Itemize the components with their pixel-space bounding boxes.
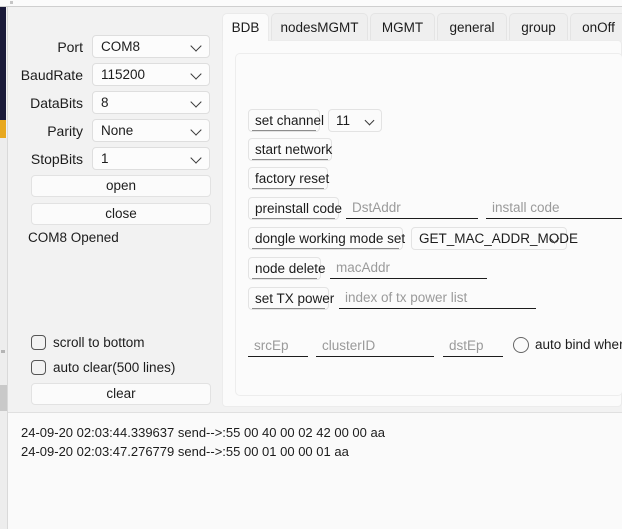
dongle-working-mode-set-button[interactable]: dongle working mode set	[248, 227, 405, 250]
baudrate-value: 115200	[101, 67, 146, 82]
dstaddr-input[interactable]	[346, 197, 478, 219]
scroll-to-bottom-label: scroll to bottom	[53, 335, 145, 350]
channel-value: 11	[336, 113, 351, 128]
chevron-down-icon	[192, 98, 201, 107]
chevron-down-icon	[192, 126, 201, 135]
baudrate-label: BaudRate	[20, 67, 83, 83]
clear-log-button[interactable]: clear	[31, 383, 211, 405]
bdb-tab-panel: set channel 11 start network factory res…	[222, 40, 622, 407]
port-select[interactable]: COM8	[92, 35, 210, 58]
tab-group[interactable]: group	[509, 13, 568, 41]
dongle-mode-select[interactable]: GET_MAC_ADDR_MODE	[411, 227, 578, 250]
factory-reset-button[interactable]: factory reset	[248, 167, 329, 190]
auto-bind-checkbox[interactable]	[513, 337, 529, 353]
log-line: 24-09-20 02:03:44.339637 send-->:55 00 4…	[21, 425, 385, 440]
window-chrome-dot	[10, 1, 13, 4]
connection-status-text: COM8 Opened	[28, 230, 119, 245]
tab-onoff[interactable]: onOff	[570, 13, 622, 41]
serial-settings-panel: Port COM8 BaudRate 115200 DataBits 8 Par…	[8, 7, 219, 407]
port-label: Port	[57, 39, 83, 55]
open-port-button[interactable]: open	[31, 175, 211, 197]
serial-log-output[interactable]: 24-09-20 02:03:44.339637 send-->:55 00 4…	[8, 412, 622, 529]
set-tx-power-button[interactable]: set TX power	[248, 287, 334, 310]
stopbits-value: 1	[101, 151, 109, 166]
dstep-input[interactable]	[443, 335, 503, 357]
left-status-marker	[0, 120, 6, 138]
macaddr-input[interactable]	[330, 257, 487, 279]
parity-label: Parity	[47, 123, 83, 139]
close-port-button[interactable]: close	[31, 203, 211, 225]
command-tabs-area: BDB nodesMGMT MGMT general group onOff s…	[222, 13, 622, 407]
srcep-input[interactable]	[248, 335, 308, 357]
tab-bdb[interactable]: BDB	[222, 13, 269, 41]
tab-strip: BDB nodesMGMT MGMT general group onOff	[222, 13, 622, 41]
serial-field-stopbits: StopBits 1	[8, 146, 219, 172]
start-network-button[interactable]: start network	[248, 138, 332, 161]
baudrate-select[interactable]: 115200	[92, 63, 210, 86]
tab-mgmt[interactable]: MGMT	[370, 13, 435, 41]
window-top-strip	[0, 0, 622, 7]
set-channel-button[interactable]: set channel	[248, 109, 324, 132]
checkbox-icon	[31, 335, 46, 350]
chevron-down-icon	[192, 42, 201, 51]
chevron-down-icon	[551, 235, 559, 243]
clusterid-input[interactable]	[316, 335, 434, 357]
auto-bind-label: auto bind when r	[535, 337, 622, 352]
serial-field-databits: DataBits 8	[8, 90, 219, 116]
gutter-tick	[1, 350, 5, 353]
chevron-down-icon	[192, 154, 201, 163]
tab-nodesmgmt[interactable]: nodesMGMT	[271, 13, 368, 41]
gutter-scroll-thumb[interactable]	[0, 385, 7, 411]
databits-value: 8	[101, 95, 109, 110]
preinstall-code-button[interactable]: preinstall code	[248, 197, 342, 220]
databits-select[interactable]: 8	[92, 91, 210, 114]
chevron-down-icon	[192, 70, 201, 79]
serial-field-baudrate: BaudRate 115200	[8, 62, 219, 88]
bdb-command-group: set channel 11 start network factory res…	[235, 53, 622, 396]
serial-field-parity: Parity None	[8, 118, 219, 144]
databits-label: DataBits	[30, 95, 83, 111]
stopbits-select[interactable]: 1	[92, 147, 210, 170]
chevron-down-icon	[366, 117, 374, 125]
channel-select[interactable]: 11	[328, 109, 382, 132]
auto-clear-label: auto clear(500 lines)	[53, 360, 176, 375]
stopbits-label: StopBits	[30, 151, 83, 167]
serial-field-port: Port COM8	[8, 34, 219, 60]
app-window: Port COM8 BaudRate 115200 DataBits 8 Par…	[0, 0, 622, 529]
parity-select[interactable]: None	[92, 119, 210, 142]
left-accent-bar	[0, 7, 6, 120]
node-delete-button[interactable]: node delete	[248, 257, 326, 280]
checkbox-icon	[31, 360, 46, 375]
install-code-input[interactable]	[486, 197, 622, 219]
parity-value: None	[101, 123, 134, 138]
tab-general[interactable]: general	[437, 13, 507, 41]
tx-power-index-input[interactable]	[339, 287, 536, 309]
log-line: 24-09-20 02:03:47.276779 send-->:55 00 0…	[21, 444, 349, 459]
port-value: COM8	[101, 39, 141, 54]
